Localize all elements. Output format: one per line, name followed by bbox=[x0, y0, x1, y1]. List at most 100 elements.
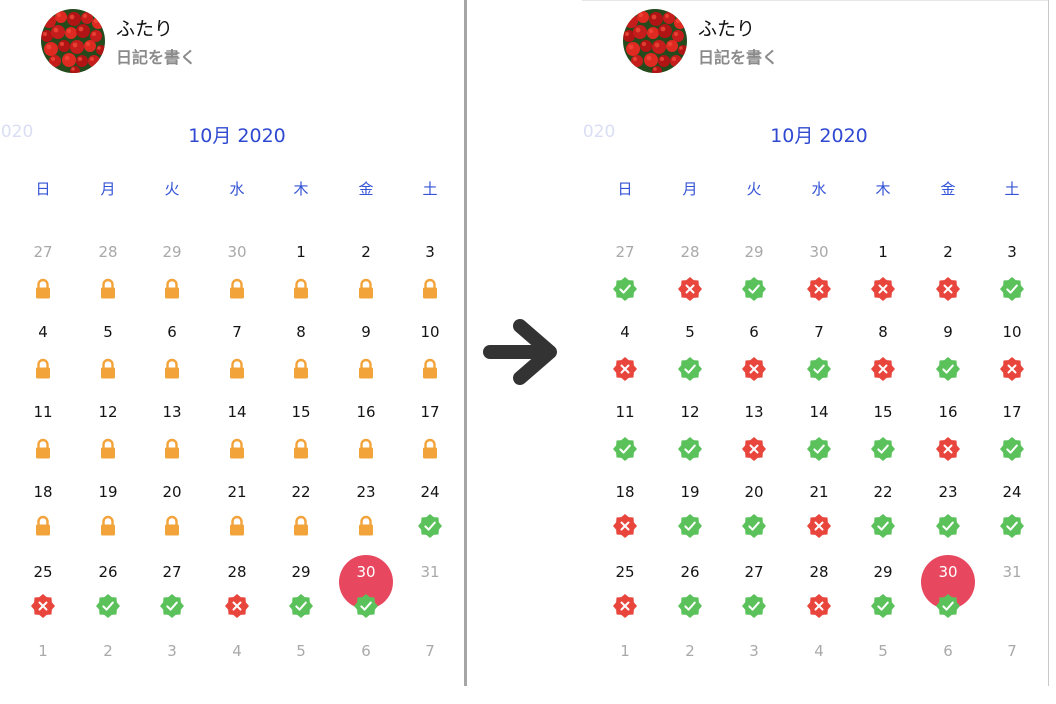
date-cell[interactable]: 1 bbox=[605, 641, 645, 661]
cross-badge-icon bbox=[807, 594, 831, 618]
date-cell[interactable]: 10 bbox=[992, 322, 1032, 342]
date-cell[interactable]: 14 bbox=[799, 402, 839, 422]
date-cell[interactable]: 4 bbox=[605, 322, 645, 342]
date-cell[interactable]: 25 bbox=[23, 562, 63, 582]
date-cell[interactable]: 9 bbox=[928, 322, 968, 342]
date-cell[interactable]: 27 bbox=[152, 562, 192, 582]
date-cell[interactable]: 11 bbox=[605, 402, 645, 422]
date-cell[interactable]: 21 bbox=[217, 482, 257, 502]
check-badge-icon bbox=[936, 357, 960, 381]
date-cell[interactable]: 5 bbox=[281, 641, 321, 661]
date-cell[interactable]: 3 bbox=[152, 641, 192, 661]
date-cell[interactable]: 21 bbox=[799, 482, 839, 502]
write-diary-link[interactable]: 日記を書く bbox=[698, 44, 778, 68]
date-cell[interactable]: 20 bbox=[734, 482, 774, 502]
date-cell[interactable]: 4 bbox=[799, 641, 839, 661]
date-cell[interactable]: 1 bbox=[23, 641, 63, 661]
date-cell[interactable]: 8 bbox=[863, 322, 903, 342]
month-selector[interactable]: 202010月 2020 bbox=[582, 118, 1044, 148]
date-cell[interactable]: 27 bbox=[734, 562, 774, 582]
date-cell[interactable]: 12 bbox=[88, 402, 128, 422]
lock-icon bbox=[31, 357, 55, 381]
date-cell[interactable]: 7 bbox=[799, 322, 839, 342]
date-cell[interactable]: 26 bbox=[670, 562, 710, 582]
cross-badge-icon bbox=[742, 437, 766, 461]
date-cell[interactable]: 23 bbox=[346, 482, 386, 502]
date-cell[interactable]: 8 bbox=[281, 322, 321, 342]
date-cell[interactable]: 28 bbox=[217, 562, 257, 582]
date-cell[interactable]: 28 bbox=[799, 562, 839, 582]
date-cell[interactable]: 5 bbox=[863, 641, 903, 661]
date-cell[interactable]: 19 bbox=[670, 482, 710, 502]
weekday-header: 金 bbox=[940, 180, 956, 198]
date-cell[interactable]: 20 bbox=[152, 482, 192, 502]
date-cell[interactable]: 17 bbox=[992, 402, 1032, 422]
date-cell[interactable]: 1 bbox=[281, 242, 321, 262]
date-cell[interactable]: 23 bbox=[928, 482, 968, 502]
date-cell[interactable]: 2 bbox=[928, 242, 968, 262]
date-cell[interactable]: 24 bbox=[410, 482, 450, 502]
date-cell[interactable]: 17 bbox=[410, 402, 450, 422]
date-cell[interactable]: 1 bbox=[863, 242, 903, 262]
date-cell[interactable]: 5 bbox=[88, 322, 128, 342]
date-cell[interactable]: 2 bbox=[670, 641, 710, 661]
date-cell[interactable]: 18 bbox=[23, 482, 63, 502]
date-cell[interactable]: 31 bbox=[410, 562, 450, 582]
date-cell[interactable]: 6 bbox=[152, 322, 192, 342]
date-cell[interactable]: 29 bbox=[152, 242, 192, 262]
date-cell[interactable]: 6 bbox=[734, 322, 774, 342]
date-cell[interactable]: 16 bbox=[346, 402, 386, 422]
date-cell[interactable]: 3 bbox=[410, 242, 450, 262]
date-cell[interactable]: 11 bbox=[23, 402, 63, 422]
date-cell[interactable]: 29 bbox=[281, 562, 321, 582]
date-cell[interactable]: 25 bbox=[605, 562, 645, 582]
today-date-cell[interactable]: 30 bbox=[346, 562, 386, 582]
avatar[interactable] bbox=[41, 9, 105, 73]
date-cell[interactable]: 28 bbox=[88, 242, 128, 262]
date-cell[interactable]: 6 bbox=[346, 641, 386, 661]
avatar[interactable] bbox=[623, 9, 687, 73]
cross-badge-icon bbox=[225, 594, 249, 618]
date-cell[interactable]: 24 bbox=[992, 482, 1032, 502]
cross-badge-icon bbox=[678, 277, 702, 301]
lock-icon bbox=[418, 277, 442, 301]
date-cell[interactable]: 13 bbox=[734, 402, 774, 422]
lock-icon bbox=[160, 277, 184, 301]
date-cell[interactable]: 29 bbox=[734, 242, 774, 262]
date-cell[interactable]: 29 bbox=[863, 562, 903, 582]
today-date-cell[interactable]: 30 bbox=[928, 562, 968, 582]
date-cell[interactable]: 3 bbox=[734, 641, 774, 661]
date-cell[interactable]: 15 bbox=[863, 402, 903, 422]
date-cell[interactable]: 27 bbox=[23, 242, 63, 262]
date-cell[interactable]: 26 bbox=[88, 562, 128, 582]
date-cell[interactable]: 19 bbox=[88, 482, 128, 502]
date-cell[interactable]: 31 bbox=[992, 562, 1032, 582]
date-cell[interactable]: 15 bbox=[281, 402, 321, 422]
date-cell[interactable]: 13 bbox=[152, 402, 192, 422]
date-cell[interactable]: 3 bbox=[992, 242, 1032, 262]
date-cell[interactable]: 22 bbox=[863, 482, 903, 502]
date-cell[interactable]: 27 bbox=[605, 242, 645, 262]
date-cell[interactable]: 10 bbox=[410, 322, 450, 342]
date-cell[interactable]: 18 bbox=[605, 482, 645, 502]
write-diary-link[interactable]: 日記を書く bbox=[116, 44, 196, 68]
date-cell[interactable]: 22 bbox=[281, 482, 321, 502]
date-cell[interactable]: 30 bbox=[217, 242, 257, 262]
date-cell[interactable]: 4 bbox=[217, 641, 257, 661]
date-cell[interactable]: 7 bbox=[217, 322, 257, 342]
date-cell[interactable]: 7 bbox=[410, 641, 450, 661]
date-cell[interactable]: 2 bbox=[346, 242, 386, 262]
weekday-header: 火 bbox=[164, 180, 180, 198]
date-cell[interactable]: 6 bbox=[928, 641, 968, 661]
date-cell[interactable]: 14 bbox=[217, 402, 257, 422]
date-cell[interactable]: 16 bbox=[928, 402, 968, 422]
date-cell[interactable]: 5 bbox=[670, 322, 710, 342]
month-selector[interactable]: 202010月 2020 bbox=[0, 118, 462, 148]
date-cell[interactable]: 28 bbox=[670, 242, 710, 262]
date-cell[interactable]: 4 bbox=[23, 322, 63, 342]
date-cell[interactable]: 7 bbox=[992, 641, 1032, 661]
date-cell[interactable]: 2 bbox=[88, 641, 128, 661]
date-cell[interactable]: 30 bbox=[799, 242, 839, 262]
date-cell[interactable]: 9 bbox=[346, 322, 386, 342]
date-cell[interactable]: 12 bbox=[670, 402, 710, 422]
